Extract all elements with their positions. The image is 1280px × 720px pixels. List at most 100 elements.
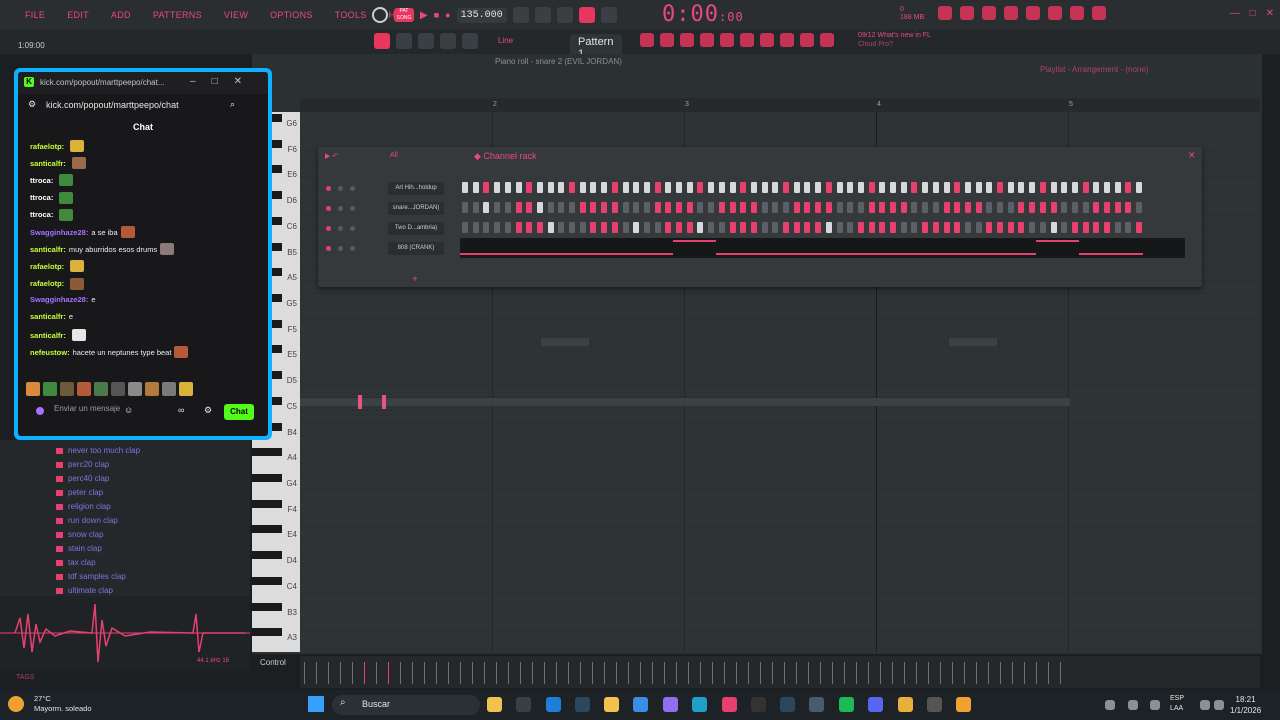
velocity-stem[interactable] <box>556 662 557 684</box>
velocity-stem[interactable] <box>352 662 353 684</box>
velocity-stem[interactable] <box>316 662 317 684</box>
step-button[interactable] <box>1071 202 1078 213</box>
step-button[interactable] <box>879 182 886 193</box>
volume-icon[interactable] <box>1150 700 1160 710</box>
browser-item[interactable]: stain clap <box>56 544 102 553</box>
menu-view[interactable]: VIEW <box>213 10 259 20</box>
step-button[interactable] <box>890 222 896 233</box>
steam-icon[interactable] <box>575 697 590 712</box>
step-button[interactable] <box>793 202 800 213</box>
channel-rack-icon[interactable] <box>1048 6 1062 20</box>
step-button[interactable] <box>590 222 597 233</box>
velocity-stem[interactable] <box>688 662 689 684</box>
step-button[interactable] <box>997 202 1003 213</box>
step-button[interactable] <box>836 202 843 213</box>
step-button[interactable] <box>601 182 608 193</box>
emote-picker-icon[interactable]: ☺ <box>124 405 133 415</box>
step-button[interactable] <box>611 202 618 213</box>
step-button[interactable] <box>504 222 511 233</box>
step-button[interactable] <box>462 182 468 193</box>
step-button[interactable] <box>911 202 918 213</box>
step-button[interactable] <box>729 202 736 213</box>
velocity-stem[interactable] <box>892 662 893 684</box>
step-button[interactable] <box>579 222 586 233</box>
browser-item[interactable]: tax clap <box>56 558 96 567</box>
step-button[interactable] <box>643 182 650 193</box>
velocity-stem[interactable] <box>508 662 509 684</box>
velocity-stem[interactable] <box>424 662 425 684</box>
loop-icon[interactable] <box>534 7 551 23</box>
step-button[interactable] <box>890 202 896 213</box>
step-button[interactable] <box>1104 202 1110 213</box>
step-button[interactable] <box>729 182 736 193</box>
step-button[interactable] <box>986 222 993 233</box>
step-button[interactable] <box>536 182 543 193</box>
step-button[interactable] <box>954 222 961 233</box>
velocity-stem[interactable] <box>568 662 569 684</box>
step-button[interactable] <box>718 202 725 213</box>
step-button[interactable] <box>472 222 479 233</box>
step-button[interactable] <box>890 182 896 193</box>
arrow-icon[interactable] <box>396 33 412 49</box>
step-button[interactable] <box>932 222 939 233</box>
chat-username[interactable]: santicalfr: <box>30 312 66 321</box>
folder-icon[interactable] <box>604 697 619 712</box>
velocity-stem[interactable] <box>544 662 545 684</box>
rack-play-icon[interactable]: ▶ ↶ <box>325 152 338 160</box>
chat-window-controls[interactable]: –□✕ <box>190 76 258 87</box>
velocity-stem[interactable] <box>940 662 941 684</box>
step-button[interactable] <box>1114 222 1121 233</box>
step-button[interactable] <box>483 182 490 193</box>
step-button[interactable] <box>526 182 533 193</box>
step-button[interactable] <box>515 222 522 233</box>
step-button[interactable] <box>558 202 565 213</box>
emote-icon[interactable] <box>26 382 40 396</box>
network-icon[interactable] <box>1128 700 1138 710</box>
step-button[interactable] <box>462 222 468 233</box>
step-button[interactable] <box>686 222 693 233</box>
step-button[interactable] <box>1050 182 1057 193</box>
velocity-stem[interactable] <box>916 662 917 684</box>
step-button[interactable] <box>1093 182 1100 193</box>
step-button[interactable] <box>633 202 640 213</box>
mic-icon[interactable] <box>982 6 996 20</box>
step-button[interactable] <box>911 222 918 233</box>
velocity-stem[interactable] <box>436 662 437 684</box>
step-button[interactable] <box>1104 222 1110 233</box>
channel-knob-icon[interactable] <box>338 186 343 191</box>
emote-icon[interactable] <box>128 382 142 396</box>
velocity-stem[interactable] <box>712 662 713 684</box>
menu-options[interactable]: OPTIONS <box>259 10 324 20</box>
menu-patterns[interactable]: PATTERNS <box>142 10 213 20</box>
step-button[interactable] <box>772 182 779 193</box>
step-button[interactable] <box>804 202 811 213</box>
velocity-stem[interactable] <box>604 662 605 684</box>
velocity-lane[interactable] <box>300 656 1260 688</box>
step-button[interactable] <box>579 182 586 193</box>
step-button[interactable] <box>750 182 757 193</box>
step-button[interactable] <box>1007 182 1014 193</box>
metronome-icon[interactable] <box>372 7 388 23</box>
step-button[interactable] <box>1114 202 1121 213</box>
step-button[interactable] <box>868 202 875 213</box>
outlook-icon[interactable] <box>546 697 561 712</box>
search-icon[interactable]: ⌕ <box>230 99 235 110</box>
step-button[interactable] <box>665 202 672 213</box>
step-button[interactable] <box>697 182 704 193</box>
language-indicator[interactable]: ESP LAA <box>1170 694 1184 714</box>
velocity-stem[interactable] <box>1000 662 1001 684</box>
emote-icon[interactable] <box>94 382 108 396</box>
step-button[interactable] <box>943 182 950 193</box>
chat-username[interactable]: rafaelotp: <box>30 262 64 271</box>
channel-name-button[interactable]: 808 (CRANK) <box>388 242 444 255</box>
step-button[interactable] <box>611 182 618 193</box>
stop-icon[interactable]: ■ <box>434 10 439 20</box>
widgets-icon[interactable] <box>516 697 531 712</box>
maximize-icon[interactable]: □ <box>1250 8 1256 19</box>
browser-item[interactable]: snow clap <box>56 530 104 539</box>
menu-edit[interactable]: EDIT <box>56 10 100 20</box>
velocity-stem[interactable] <box>724 662 725 684</box>
step-button[interactable] <box>740 182 747 193</box>
step-button[interactable] <box>1039 222 1046 233</box>
step-button[interactable] <box>1082 202 1089 213</box>
